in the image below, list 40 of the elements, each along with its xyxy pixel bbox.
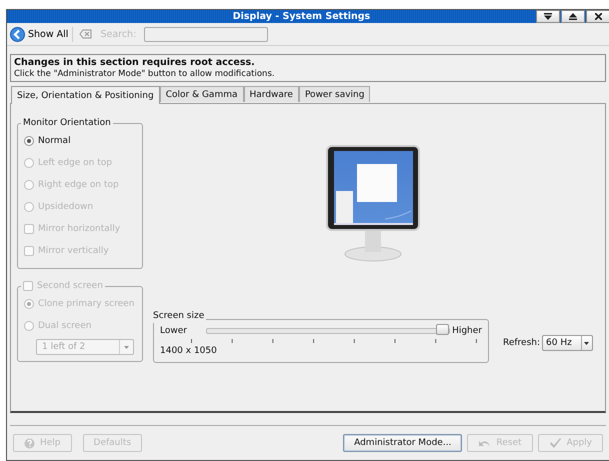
slider-thumb[interactable] [436,324,450,335]
option-label: Upsidedown [38,202,94,212]
window-title: Display - System Settings [232,11,372,22]
tab[interactable]: Size, Orientation & Positioning [11,86,160,104]
option-label: Second screen [37,281,103,291]
option-label: Clone primary screen [38,299,134,309]
minimize-button[interactable] [536,10,560,23]
radio-button[interactable] [24,136,34,146]
option-label: Right edge on top [38,180,119,190]
clear-field-icon[interactable] [79,29,92,39]
resolution-value: 1400 x 1050 [160,346,218,356]
dropdown-arrow-icon [584,342,590,344]
option-label: Dual screen [38,321,92,331]
tab[interactable]: Color & Gamma [160,86,244,102]
show-all-button[interactable]: Show All [10,26,74,42]
maximize-button[interactable] [561,10,585,23]
search-field[interactable] [144,26,268,42]
close-button[interactable] [586,10,609,23]
up-arrow-icon [569,13,577,20]
close-icon [594,13,602,20]
down-arrow-icon [544,13,552,20]
group-title: Monitor Orientation [23,118,111,128]
notice-text: Click the "Administrator Mode" button to allow modifications. [14,69,276,79]
slider-label: Higher [452,326,482,336]
option-label: Normal [38,136,71,146]
option-label: Mirror horizontally [38,224,120,234]
group-title: Screen size [153,311,204,321]
refresh-dropdown[interactable]: 60 Hz [542,335,593,351]
checkmark-icon [548,438,562,448]
slider-label: Lower [160,326,187,336]
option-label: Mirror vertically [38,246,109,256]
tab[interactable]: Power saving [298,86,370,102]
tab[interactable]: Hardware [244,86,299,102]
administrator-mode-button[interactable]: Administrator Mode... [343,434,462,452]
dropdown-arrow-icon [124,346,129,348]
option-label: Left edge on top [38,158,112,168]
refresh-label: Refresh: [503,338,540,348]
help-icon [24,438,35,448]
notice-title: Changes in this section requires root access. [14,57,256,68]
undo-arrow-icon [478,438,492,448]
